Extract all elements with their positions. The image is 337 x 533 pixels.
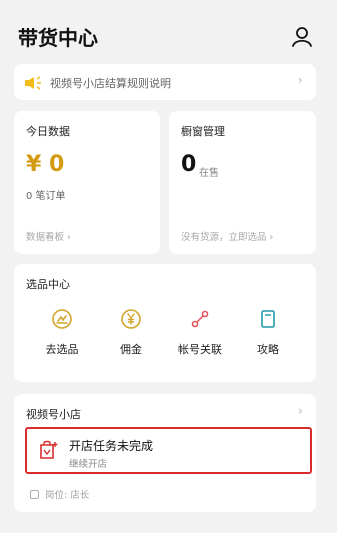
on-sale-label: 在售 bbox=[199, 168, 219, 179]
order-count: 0 笔订单 bbox=[26, 191, 66, 202]
chevron-right-icon: › bbox=[298, 73, 303, 87]
selection-center-title: 选品中心 bbox=[26, 278, 70, 291]
chevron-right-icon: › bbox=[67, 232, 71, 243]
open-store-task[interactable]: 开店任务未完成 继续开店 bbox=[25, 427, 312, 474]
page-title: 带货中心 bbox=[18, 26, 98, 50]
video-shop-title: 视频号小店 bbox=[26, 408, 81, 421]
data-dashboard-label: 数据看板 bbox=[26, 232, 65, 243]
store-bag-icon bbox=[40, 440, 58, 459]
video-shop-card: 视频号小店 › 开店任务未完成 继续开店 岗位: 店长 bbox=[14, 394, 316, 512]
badge-icon bbox=[30, 490, 39, 499]
showcase-management-card[interactable]: 橱窗管理 0 在售 没有货源，立即选品 › bbox=[169, 111, 316, 254]
on-sale-count: 0 bbox=[181, 152, 197, 177]
today-data-title: 今日数据 bbox=[26, 125, 70, 138]
chevron-right-icon[interactable]: › bbox=[298, 404, 303, 418]
today-data-card[interactable]: 今日数据 ¥ 0 0 笔订单 数据看板 › bbox=[14, 111, 160, 254]
showcase-management-title: 橱窗管理 bbox=[181, 125, 225, 138]
page-header: 带货中心 bbox=[0, 0, 337, 62]
commission-label: 佣金 bbox=[120, 343, 142, 356]
yen-coin-icon bbox=[121, 309, 141, 329]
guide-button[interactable]: 攻略 bbox=[233, 308, 303, 357]
account-link-label: 帐号关联 bbox=[178, 343, 222, 356]
position-info: 岗位: 店长 bbox=[30, 487, 89, 501]
account-link-button[interactable]: 帐号关联 bbox=[165, 308, 235, 357]
continue-open-store-text: 继续开店 bbox=[69, 459, 108, 470]
select-products-label: 没有货源，立即选品 bbox=[181, 232, 267, 243]
commission-button[interactable]: 佣金 bbox=[96, 308, 166, 357]
select-products-link[interactable]: 没有货源，立即选品 › bbox=[181, 229, 273, 243]
select-products-label: 去选品 bbox=[45, 343, 79, 356]
selection-tools: 去选品 佣金 帐号关联 攻略 bbox=[14, 308, 316, 368]
chevron-right-icon: › bbox=[269, 232, 274, 243]
shopping-bag-icon bbox=[52, 309, 72, 329]
select-products-button[interactable]: 去选品 bbox=[27, 308, 97, 357]
today-amount: ¥ 0 bbox=[26, 152, 65, 177]
person-icon[interactable] bbox=[291, 26, 313, 48]
position-label: 岗位: 店长 bbox=[45, 490, 90, 501]
book-icon bbox=[261, 310, 275, 328]
task-title: 开店任务未完成 bbox=[69, 439, 154, 453]
speaker-icon bbox=[24, 75, 42, 90]
notice-text: 视频号小店结算规则说明 bbox=[50, 77, 171, 90]
account-link-icon bbox=[191, 310, 209, 328]
selection-center-card: 选品中心 去选品 佣金 帐号关联 攻略 bbox=[14, 264, 316, 382]
settlement-notice[interactable]: 视频号小店结算规则说明 › bbox=[14, 64, 316, 100]
data-dashboard-link[interactable]: 数据看板 › bbox=[26, 229, 71, 243]
guide-label: 攻略 bbox=[257, 343, 279, 356]
